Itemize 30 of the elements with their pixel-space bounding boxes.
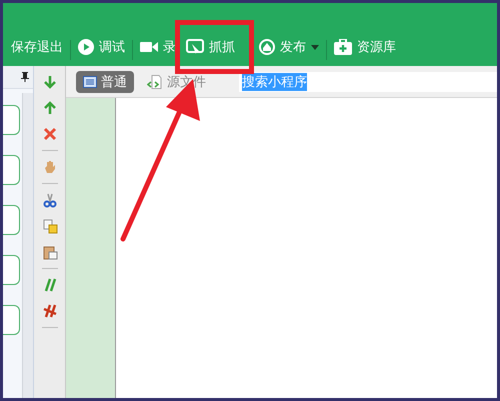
toolbar-button[interactable]: 发布 [254, 34, 324, 60]
screen-capture-icon [186, 39, 204, 55]
caret-icon [311, 44, 319, 50]
toolbar-button[interactable]: 保存退出 [6, 34, 68, 60]
up-arrow-icon [42, 100, 58, 116]
toolbar-button[interactable]: 资源库 [329, 34, 401, 60]
pin-icon[interactable] [21, 72, 29, 82]
down-arrow-icon [42, 74, 58, 90]
video-camera-icon [140, 41, 158, 53]
scissors-icon [42, 192, 58, 208]
document-icon [83, 76, 97, 88]
list-card[interactable] [3, 255, 20, 285]
crossed-slash-icon [42, 303, 58, 319]
list-card[interactable] [3, 105, 20, 135]
paste-icon [42, 244, 58, 260]
play-icon [78, 39, 94, 55]
address-field[interactable]: 搜索小程序 [239, 72, 497, 92]
list-card[interactable] [3, 205, 20, 235]
medical-bag-icon [334, 39, 352, 55]
delete-icon [42, 126, 58, 142]
file-code-icon [147, 74, 163, 88]
list-card[interactable] [3, 305, 20, 335]
list-card[interactable] [3, 155, 20, 185]
house-icon [259, 39, 275, 55]
tab[interactable]: 普通 [76, 70, 134, 92]
copy-icon [42, 218, 58, 234]
scrollbar[interactable] [22, 93, 33, 398]
toolbar-button[interactable]: 调试 [73, 34, 130, 60]
toolbar-button[interactable]: 抓抓 [181, 34, 240, 60]
toolbar-button[interactable]: 录 [135, 34, 181, 60]
